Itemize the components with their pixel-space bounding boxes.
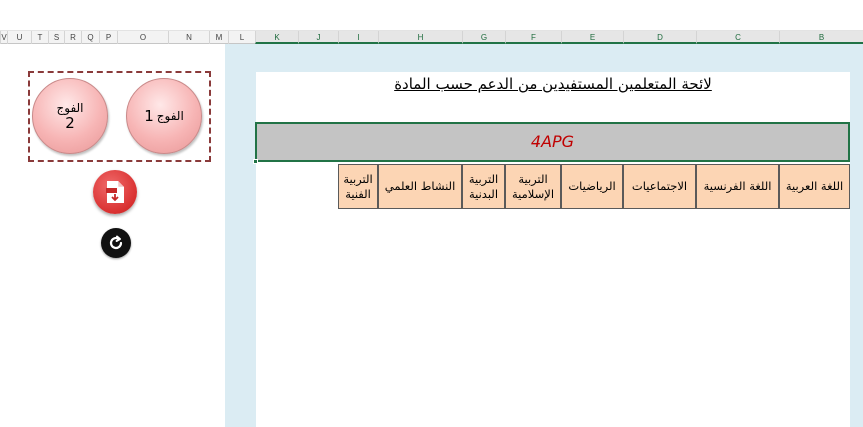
fill-handle[interactable] (253, 159, 258, 164)
column-header-m[interactable]: M (209, 31, 228, 44)
subject-social-studies-cell[interactable]: الاجتماعيات (623, 164, 696, 209)
class-name-cell[interactable]: 4APG (255, 122, 850, 162)
export-pdf-button[interactable] (93, 170, 137, 214)
subject-french-cell[interactable]: اللغة الفرنسية (696, 164, 779, 209)
subject-physical-education-cell[interactable]: التربية البدنية (462, 164, 505, 209)
group-1-number: 1 (144, 106, 154, 125)
column-header-t[interactable]: T (31, 31, 48, 44)
column-header-f[interactable]: F (505, 31, 561, 44)
column-header-h[interactable]: H (378, 31, 462, 44)
column-header-row: V U T S R Q P O N M L K J I H G F E D C … (0, 31, 863, 44)
subject-art-education-cell[interactable]: التربية الفنية (338, 164, 378, 209)
column-header-o[interactable]: O (117, 31, 168, 44)
column-header-k[interactable]: K (255, 31, 298, 44)
refresh-icon (109, 235, 123, 250)
group-2-number: 2 (65, 113, 75, 132)
subject-islamic-education-cell[interactable]: التربية الإسلامية (505, 164, 561, 209)
column-header-u[interactable]: U (7, 31, 31, 44)
excel-worksheet: V U T S R Q P O N M L K J I H G F E D C … (0, 0, 863, 427)
pdf-export-icon (106, 181, 124, 203)
column-header-b[interactable]: B (779, 31, 863, 44)
group-2-label: الفوج (56, 100, 84, 115)
column-header-v[interactable]: V (0, 31, 7, 44)
column-header-q[interactable]: Q (81, 31, 99, 44)
column-header-n[interactable]: N (168, 31, 209, 44)
ribbon-area (0, 0, 863, 31)
column-header-c[interactable]: C (696, 31, 779, 44)
column-header-s[interactable]: S (48, 31, 64, 44)
group-2-button[interactable]: الفوج 2 (32, 78, 108, 154)
sheet-title[interactable]: لائحة المتعلمين المستفيدين من الدعم حسب … (256, 75, 850, 93)
group-1-label: الفوج (156, 109, 184, 123)
subject-arabic-cell[interactable]: اللغة العربية (779, 164, 850, 209)
column-header-j[interactable]: J (298, 31, 338, 44)
group-1-button[interactable]: الفوج 1 (126, 78, 202, 154)
class-name-label: 4APG (530, 132, 575, 151)
refresh-button[interactable] (101, 228, 131, 258)
column-header-r[interactable]: R (64, 31, 81, 44)
column-header-e[interactable]: E (561, 31, 623, 44)
subject-math-cell[interactable]: الرياضيات (561, 164, 623, 209)
subject-science-activity-cell[interactable]: النشاط العلمي (378, 164, 462, 209)
column-header-l[interactable]: L (228, 31, 255, 44)
column-header-i[interactable]: I (338, 31, 378, 44)
column-header-p[interactable]: P (99, 31, 117, 44)
column-header-g[interactable]: G (462, 31, 505, 44)
column-header-d[interactable]: D (623, 31, 696, 44)
